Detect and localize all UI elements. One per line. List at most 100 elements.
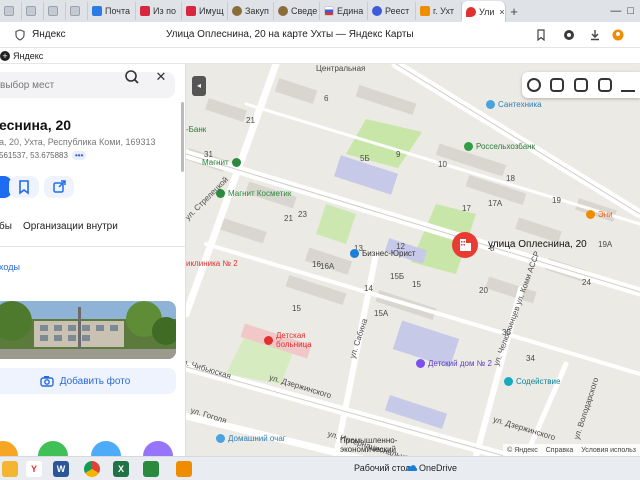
quick-action-button[interactable]: [0, 441, 18, 456]
poi-label: -Банк: [186, 125, 207, 134]
poi-rosselkhozbank[interactable]: Россельхозбанк: [464, 142, 535, 151]
poi-detskaya-bolnitsa[interactable]: Детская больница: [264, 331, 334, 349]
tab-label: Сведе: [291, 6, 318, 16]
poi-biznes-yurist[interactable]: Бизнес-Юрист: [350, 249, 416, 258]
childcare-icon: [416, 359, 425, 368]
poi-college[interactable]: Промышленно-экономический колледж: [340, 436, 410, 456]
camera-icon: [40, 376, 54, 387]
poi-bank[interactable]: -Банк: [186, 125, 206, 134]
onedrive-icon[interactable]: [406, 463, 418, 472]
browser-tab[interactable]: [0, 2, 22, 20]
search-box[interactable]: выбор мест: [0, 72, 175, 98]
house-number: 21: [284, 214, 293, 223]
browser-tab[interactable]: Имущ: [182, 2, 228, 20]
browser-tab[interactable]: [66, 2, 88, 20]
poi-label: Детская больница: [276, 331, 312, 349]
place-photo[interactable]: [0, 301, 176, 359]
poi-magnit[interactable]: Магнит: [202, 158, 241, 167]
poi-eni[interactable]: Эни: [586, 210, 613, 219]
close-button[interactable]: ✕: [152, 68, 170, 86]
poi-label: Домашний очаг: [228, 434, 286, 443]
poi-label: Эни: [598, 210, 613, 219]
excel-icon[interactable]: X: [113, 461, 129, 477]
browser-tab[interactable]: Из по: [136, 2, 182, 20]
minimize-button[interactable]: —: [610, 5, 621, 17]
poi-poliklinika[interactable]: иклиника № 2: [186, 259, 238, 268]
browser-tab[interactable]: г. Ухт: [416, 2, 462, 20]
add-photo-label: Добавить фото: [59, 375, 131, 387]
shield-icon[interactable]: [14, 28, 26, 41]
site-host[interactable]: Яндекс: [32, 29, 66, 40]
quick-action-button[interactable]: [38, 441, 68, 456]
profile-icon[interactable]: [612, 29, 624, 41]
browser-tab[interactable]: [44, 2, 66, 20]
house-number: 15: [412, 280, 421, 289]
add-photo-button[interactable]: Добавить фото: [0, 368, 176, 394]
bookmark-label: Яндекс: [13, 50, 44, 61]
new-tab-button[interactable]: +: [506, 4, 522, 19]
coords-text[interactable]: 561537, 53.675883: [0, 151, 68, 160]
shop-icon: [486, 100, 495, 109]
house-number: 5Б: [360, 154, 370, 163]
tab-favicon-icon: [70, 6, 80, 16]
taskbar-app-icon[interactable]: [176, 461, 192, 477]
house-number: 18: [506, 174, 515, 183]
car-icon[interactable]: [573, 78, 588, 92]
word-icon[interactable]: W: [53, 461, 69, 477]
terms-link[interactable]: Условия использ: [581, 447, 636, 454]
bookmark-yandex[interactable]: + Яндекс: [0, 50, 44, 61]
share-button[interactable]: [44, 176, 74, 198]
search-icon[interactable]: [123, 68, 141, 86]
bank-icon: [464, 142, 473, 151]
panel-scrollbar[interactable]: [181, 102, 184, 172]
browser-tab[interactable]: Реест: [368, 2, 416, 20]
desktop-label[interactable]: Рабочий стол: [354, 463, 411, 473]
poi-label: Содействие: [516, 377, 561, 386]
poi-detskiy-dom[interactable]: Детский дом № 2: [416, 359, 492, 368]
help-link[interactable]: Справка: [546, 447, 573, 454]
tab-nearby[interactable]: бы: [0, 221, 12, 232]
onedrive-label[interactable]: OneDrive: [419, 463, 457, 473]
browser-tab[interactable]: Сведе: [274, 2, 320, 20]
tab-organizations-inside[interactable]: Организации внутри: [23, 221, 118, 232]
entrances-link[interactable]: ходы: [0, 262, 20, 272]
poi-sodeystvie[interactable]: Содействие: [504, 377, 560, 386]
poi-label: Магнит: [202, 158, 229, 167]
layers-icon[interactable]: [526, 78, 541, 92]
browser-tab-mail[interactable]: Почта: [88, 2, 136, 20]
file-explorer-icon[interactable]: [2, 461, 18, 477]
quick-action-button[interactable]: [91, 441, 121, 456]
browser-tab[interactable]: [22, 2, 44, 20]
poi-santekhnika[interactable]: Сантехника: [486, 100, 542, 109]
panorama-icon[interactable]: [550, 78, 565, 92]
extension-icon[interactable]: [563, 29, 575, 41]
address-bar[interactable]: Яндекс Улица Оплеснина, 20 на карте Ухты…: [0, 22, 640, 48]
page-title[interactable]: Улица Оплеснина, 20 на карте Ухты — Янде…: [166, 29, 414, 40]
poi-magnit-kosmetik[interactable]: Магнит Косметик: [216, 189, 291, 198]
taskbar-app-icon[interactable]: [143, 461, 159, 477]
more-button[interactable]: •••: [71, 151, 87, 160]
copyright-text[interactable]: © Яндекс: [507, 447, 538, 454]
place-coordinates[interactable]: 561537, 53.675883 •••: [0, 151, 87, 160]
cinema-icon[interactable]: [621, 78, 636, 92]
browser-tab[interactable]: Закуп: [228, 2, 274, 20]
selected-address-pin[interactable]: [452, 232, 478, 258]
bookmark-icon[interactable]: [535, 29, 547, 41]
collapse-panel-button[interactable]: ◂: [192, 76, 206, 96]
search-input[interactable]: выбор мест: [0, 80, 54, 91]
save-button[interactable]: [9, 176, 39, 198]
bookmarks-bar: + Яндекс: [0, 48, 640, 64]
download-icon[interactable]: [589, 29, 601, 41]
poi-domashniy-ochag[interactable]: Домашний очаг: [216, 434, 286, 443]
bus-icon[interactable]: [597, 78, 612, 92]
browser-tab[interactable]: Едина: [320, 2, 368, 20]
map-canvas[interactable]: ◂ Центральная ул. Гоголя ул. Дзержинског…: [186, 64, 640, 456]
quick-action-button[interactable]: [143, 441, 173, 456]
house-number: 17А: [488, 199, 503, 208]
browser-tab-active[interactable]: Ули ×: [462, 1, 506, 22]
maximize-button[interactable]: □: [627, 5, 634, 17]
close-tab-icon[interactable]: ×: [499, 7, 504, 17]
chrome-icon[interactable]: [84, 461, 100, 477]
yandex-browser-icon[interactable]: Y: [26, 461, 42, 477]
yandex-plus-icon: +: [0, 50, 10, 61]
